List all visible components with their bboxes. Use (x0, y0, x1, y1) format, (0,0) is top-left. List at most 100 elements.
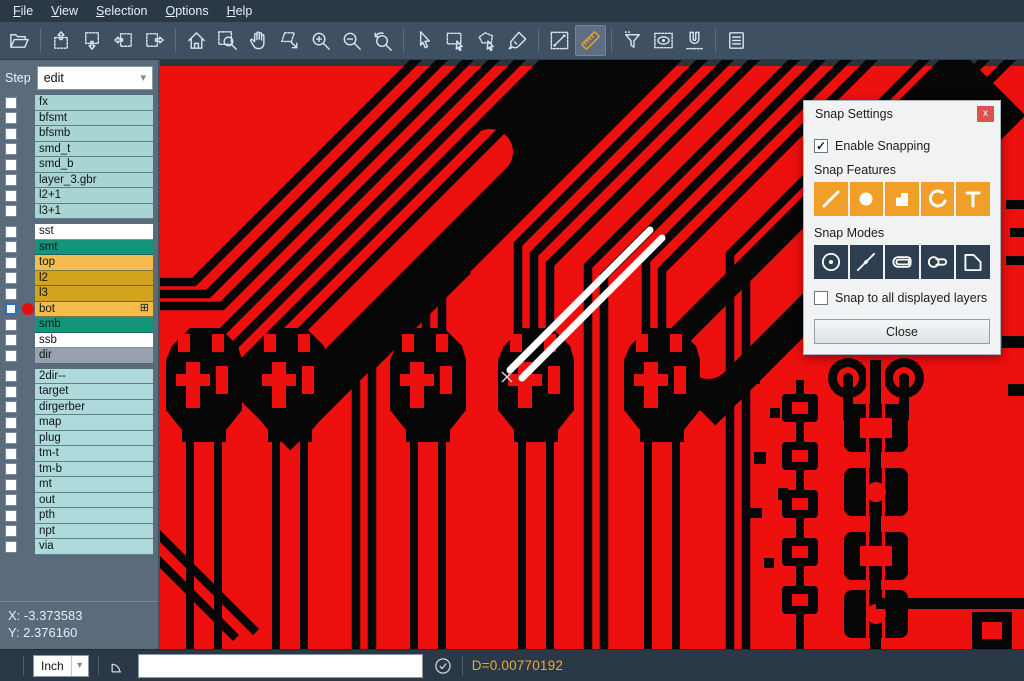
layer-name-sst[interactable]: sst (35, 224, 153, 240)
menu-selection[interactable]: Selection (87, 2, 156, 20)
layer-checkbox-tm-b[interactable] (5, 463, 17, 475)
pan-down-button[interactable] (77, 25, 108, 56)
snap-arc-button[interactable] (921, 182, 955, 216)
layer-name-tm-t[interactable]: tm-t (35, 446, 153, 462)
layer-checkbox-l3[interactable] (5, 288, 17, 300)
layer-name-l3[interactable]: l3 (35, 286, 153, 302)
mode-midpoint-button[interactable] (850, 245, 884, 279)
layer-name-target[interactable]: target (35, 384, 153, 400)
zoom-window-button[interactable] (212, 25, 243, 56)
layer-checkbox-smd_t[interactable] (5, 143, 17, 155)
layer-checkbox-dirgerber[interactable] (5, 401, 17, 413)
layer-checkbox-map[interactable] (5, 417, 17, 429)
layer-checkbox-layer_3.gbr[interactable] (5, 174, 17, 186)
layer-checkbox-dir[interactable] (5, 350, 17, 362)
layer-name-tm-b[interactable]: tm-b (35, 462, 153, 478)
zoom-dynamic-button[interactable] (274, 25, 305, 56)
layer-checkbox-2dir--[interactable] (5, 370, 17, 382)
snap-all-layers-row[interactable]: Snap to all displayed layers (814, 291, 990, 305)
layer-name-out[interactable]: out (35, 493, 153, 509)
layer-name-map[interactable]: map (35, 415, 153, 431)
layer-checkbox-sst[interactable] (5, 226, 17, 238)
pan-left-button[interactable] (108, 25, 139, 56)
enable-snapping-checkbox[interactable]: ✓ (814, 139, 828, 153)
menu-file[interactable]: File (4, 2, 42, 20)
layer-name-2dir--[interactable]: 2dir-- (35, 369, 153, 385)
measure-ruler-button[interactable] (575, 25, 606, 56)
menu-options[interactable]: Options (156, 2, 217, 20)
layer-checkbox-smb[interactable] (5, 319, 17, 331)
layer-name-mt[interactable]: mt (35, 477, 153, 493)
layer-name-ssb[interactable]: ssb (35, 333, 153, 349)
mode-slot-filled-button[interactable] (885, 245, 919, 279)
zoom-previous-button[interactable] (367, 25, 398, 56)
layer-checkbox-l2+1[interactable] (5, 190, 17, 202)
layer-name-npt[interactable]: npt (35, 524, 153, 540)
layer-name-layer_3.gbr[interactable]: layer_3.gbr (35, 173, 153, 189)
home-view-button[interactable] (181, 25, 212, 56)
confirm-circle-icon[interactable] (433, 656, 453, 676)
pan-right-button[interactable] (139, 25, 170, 56)
layer-checkbox-target[interactable] (5, 386, 17, 398)
layer-checkbox-pth[interactable] (5, 510, 17, 522)
layer-checkbox-tm-t[interactable] (5, 448, 17, 460)
mode-center-button[interactable] (814, 245, 848, 279)
select-arrow-button[interactable] (409, 25, 440, 56)
view-options-button[interactable] (648, 25, 679, 56)
enable-snapping-row[interactable]: ✓ Enable Snapping (814, 139, 990, 153)
layer-checkbox-l3+1[interactable] (5, 205, 17, 217)
pan-up-button[interactable] (46, 25, 77, 56)
layer-name-top[interactable]: top (35, 255, 153, 271)
layer-name-bot[interactable]: bot⊞ (35, 302, 153, 318)
layer-name-pth[interactable]: pth (35, 508, 153, 524)
layer-checkbox-bot[interactable] (5, 303, 17, 315)
unit-select[interactable]: Inch ▾ (33, 655, 89, 677)
zoom-in-button[interactable] (305, 25, 336, 56)
layer-name-bfsmb[interactable]: bfsmb (35, 126, 153, 142)
layer-name-fx[interactable]: fx (35, 95, 153, 111)
snap-all-layers-checkbox[interactable] (814, 291, 828, 305)
layer-name-via[interactable]: via (35, 539, 153, 555)
snap-circle-button[interactable] (850, 182, 884, 216)
menu-view[interactable]: View (42, 2, 87, 20)
layer-name-l2+1[interactable]: l2+1 (35, 188, 153, 204)
layer-checkbox-top[interactable] (5, 257, 17, 269)
report-button[interactable] (721, 25, 752, 56)
close-icon[interactable]: x (977, 106, 994, 122)
layer-name-dir[interactable]: dir (35, 348, 153, 364)
layer-name-smd_t[interactable]: smd_t (35, 142, 153, 158)
measure-line-button[interactable] (544, 25, 575, 56)
layer-name-dirgerber[interactable]: dirgerber (35, 400, 153, 416)
snap-magnet-button[interactable] (679, 25, 710, 56)
layer-checkbox-ssb[interactable] (5, 334, 17, 346)
layer-name-l2[interactable]: l2 (35, 271, 153, 287)
open-file-button[interactable] (4, 25, 35, 56)
layer-checkbox-npt[interactable] (5, 525, 17, 537)
select-rect-button[interactable] (440, 25, 471, 56)
layer-checkbox-bfsmb[interactable] (5, 128, 17, 140)
filter-button[interactable] (617, 25, 648, 56)
measure-input[interactable] (138, 654, 423, 678)
step-select[interactable]: edit ▾ (37, 66, 153, 90)
layer-name-l3+1[interactable]: l3+1 (35, 204, 153, 220)
zoom-out-button[interactable] (336, 25, 367, 56)
menu-help[interactable]: Help (218, 2, 262, 20)
layer-checkbox-out[interactable] (5, 494, 17, 506)
snap-pad-button[interactable] (885, 182, 919, 216)
layer-checkbox-bfsmt[interactable] (5, 112, 17, 124)
snap-line-button[interactable] (814, 182, 848, 216)
layer-checkbox-plug[interactable] (5, 432, 17, 444)
grid-icon[interactable]: ⊞ (140, 303, 149, 314)
mode-slot-outline-button[interactable] (921, 245, 955, 279)
layer-checkbox-smd_b[interactable] (5, 159, 17, 171)
select-poly-button[interactable] (471, 25, 502, 56)
layer-name-smt[interactable]: smt (35, 240, 153, 256)
layer-checkbox-l2[interactable] (5, 272, 17, 284)
layer-checkbox-mt[interactable] (5, 479, 17, 491)
corner-angle-icon[interactable] (108, 656, 128, 676)
mode-corner-button[interactable] (956, 245, 990, 279)
layer-name-smd_b[interactable]: smd_b (35, 157, 153, 173)
layer-name-smb[interactable]: smb (35, 317, 153, 333)
layer-checkbox-fx[interactable] (5, 97, 17, 109)
layer-name-bfsmt[interactable]: bfsmt (35, 111, 153, 127)
